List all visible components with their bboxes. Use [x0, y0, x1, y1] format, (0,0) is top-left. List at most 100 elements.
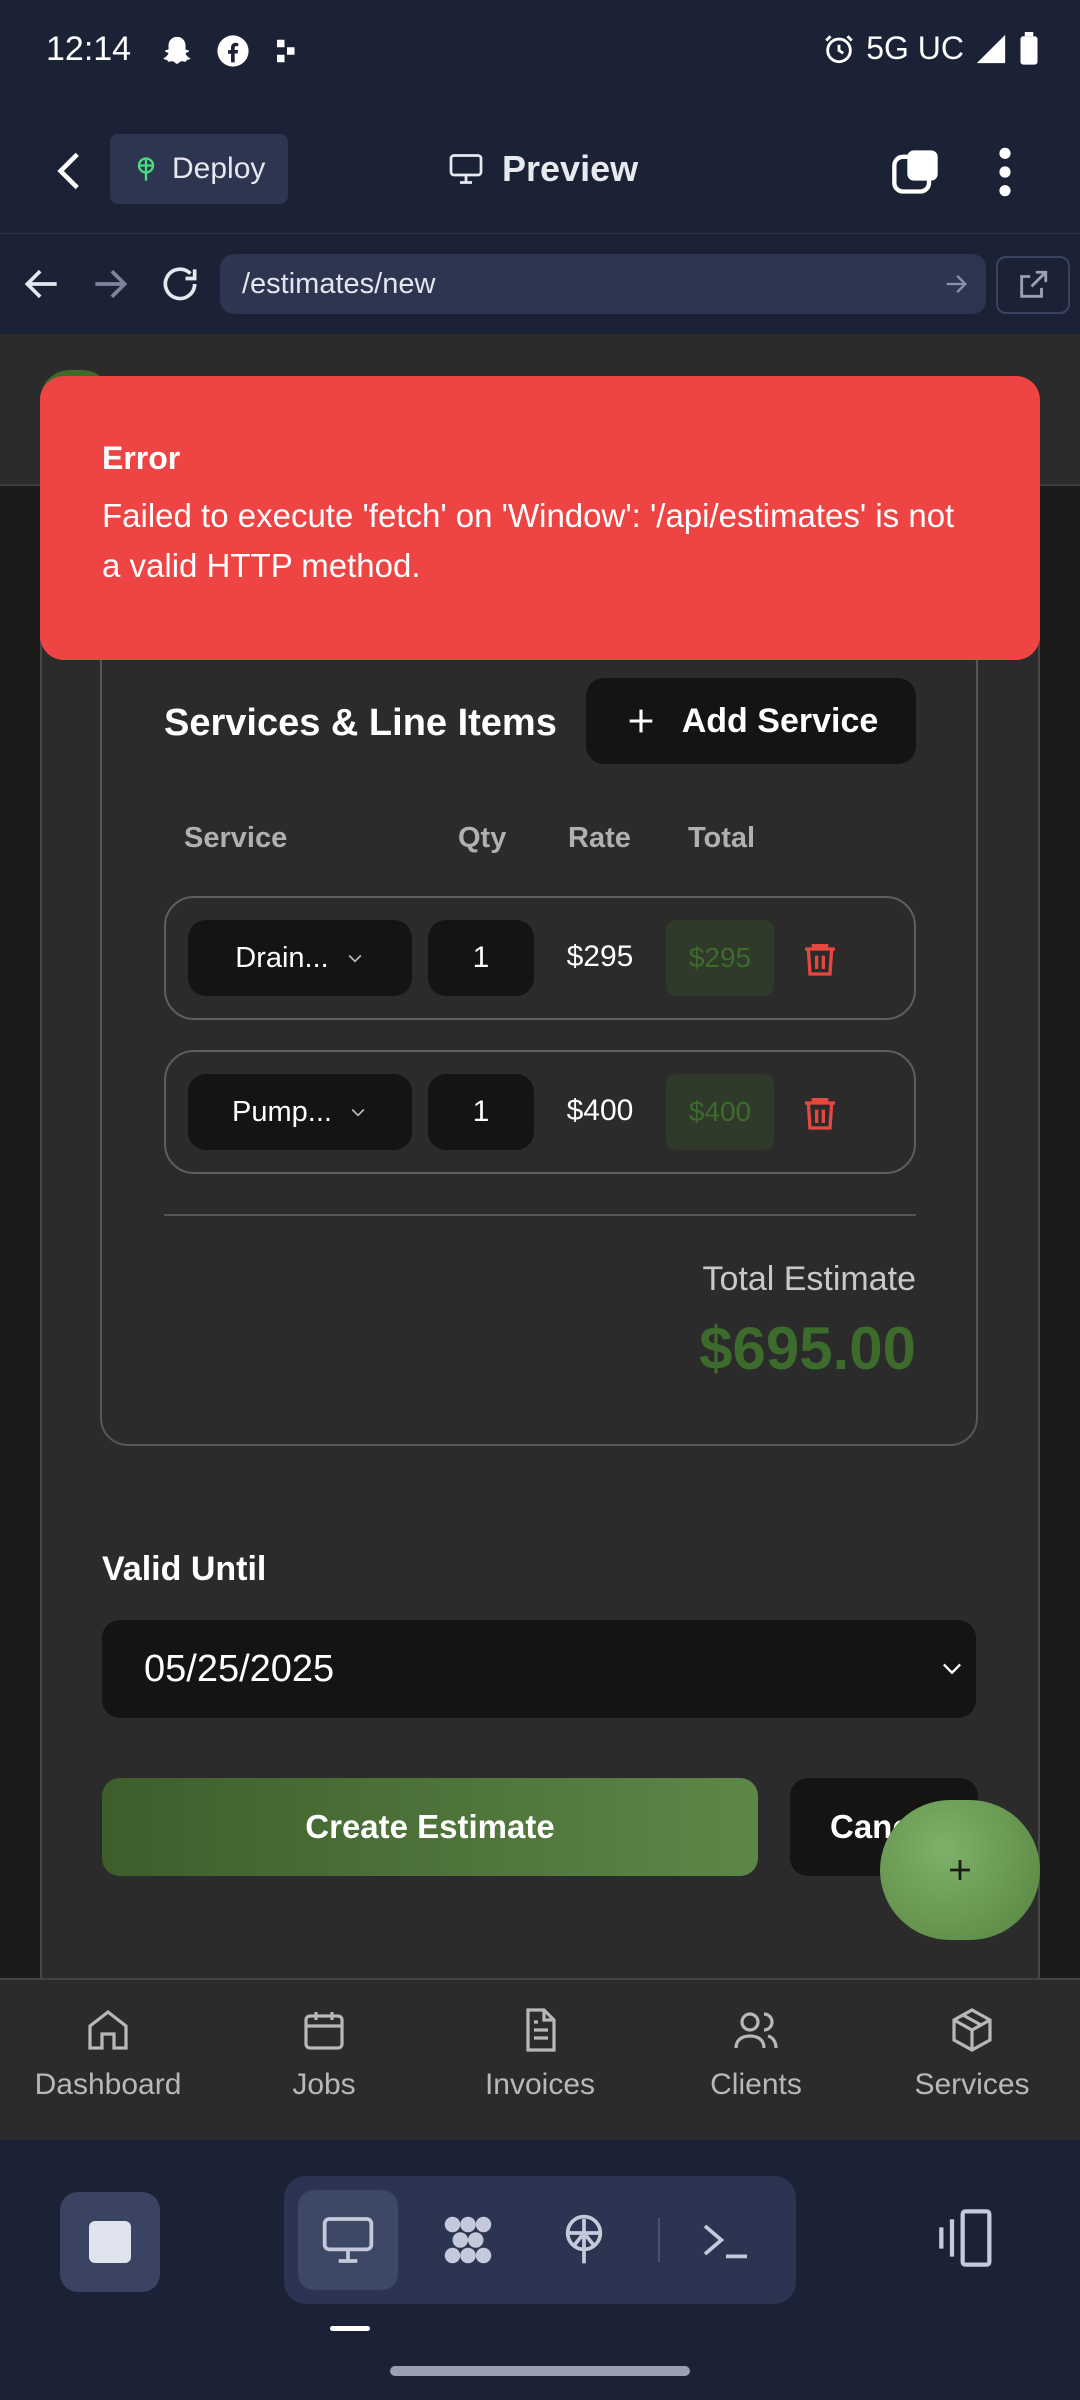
valid-until-label: Valid Until — [102, 1550, 267, 1588]
deploy-label: Deploy — [172, 152, 266, 185]
app-notification-icon — [277, 39, 295, 63]
line-total: $400 — [666, 1074, 774, 1150]
service-select[interactable]: Drain... — [188, 920, 412, 996]
preview-title: Preview — [448, 148, 638, 190]
line-item-row: Drain... 1 $295 $295 — [164, 896, 916, 1020]
browser-back-icon[interactable] — [20, 262, 64, 306]
calendar-icon — [304, 2012, 344, 2050]
plus-icon — [629, 709, 653, 733]
monitor-icon — [449, 154, 483, 184]
url-bar[interactable]: /estimates/new — [220, 254, 986, 314]
nav-dashboard[interactable]: Dashboard — [8, 1986, 208, 2136]
split-view-icon[interactable] — [936, 2206, 1000, 2270]
app-header: Deploy Preview — [0, 106, 1080, 234]
back-arrow-icon[interactable] — [46, 146, 96, 196]
rate-value: $295 — [566, 940, 634, 973]
create-estimate-button[interactable]: Create Estimate — [102, 1778, 758, 1876]
dock-deploy-button[interactable] — [534, 2190, 634, 2290]
go-arrow-icon[interactable] — [942, 270, 970, 298]
url-text: /estimates/new — [242, 267, 436, 300]
dock-separator — [658, 2218, 660, 2262]
bottom-dock — [0, 2140, 1080, 2400]
line-total: $295 — [666, 920, 774, 996]
valid-until-value: 05/25/2025 — [144, 1647, 335, 1690]
tabs-icon[interactable] — [890, 146, 942, 198]
qty-input[interactable]: 1 — [428, 920, 534, 996]
services-card: Services & Line Items Add Service Servic… — [100, 634, 978, 1446]
service-select-value: Pump... — [232, 1095, 332, 1128]
workflow-icon — [444, 2216, 492, 2264]
status-bar: 12:14 5G UC — [0, 0, 1080, 106]
nav-jobs[interactable]: Jobs — [224, 1986, 424, 2136]
valid-until-date-field[interactable]: 05/25/2025 — [102, 1620, 976, 1718]
qty-input[interactable]: 1 — [428, 1074, 534, 1150]
error-message: Failed to execute 'fetch' on 'Window': '… — [102, 497, 955, 584]
dock-terminal-button[interactable] — [676, 2190, 776, 2290]
stop-button[interactable] — [60, 2192, 160, 2292]
nav-clients[interactable]: Clients — [656, 1986, 856, 2136]
home-icon — [88, 2009, 128, 2050]
document-icon — [526, 2008, 556, 2052]
service-select-value: Drain... — [235, 941, 329, 974]
network-type: 5G UC — [866, 30, 964, 66]
signal-icon — [976, 34, 1006, 63]
bottom-navigation: Dashboard Jobs Invoices Clients Services — [0, 1978, 1080, 2140]
terminal-icon — [703, 2224, 747, 2259]
browser-forward-icon[interactable] — [88, 262, 132, 306]
chevron-down-icon — [348, 954, 362, 963]
chevron-down-icon — [943, 1663, 961, 1675]
dock-toolbar — [284, 2176, 796, 2304]
notification-icons — [160, 34, 302, 68]
monitor-icon — [322, 2217, 374, 2263]
line-item-row: Pump... 1 $400 $400 — [164, 1050, 916, 1174]
add-service-label: Add Service — [681, 701, 879, 740]
users-icon — [734, 2012, 778, 2049]
services-title: Services & Line Items — [164, 702, 557, 744]
nav-services-label: Services — [914, 2068, 1030, 2101]
alarm-icon — [825, 34, 853, 63]
open-external-button[interactable] — [996, 256, 1070, 314]
external-link-icon — [1020, 270, 1048, 298]
active-indicator — [330, 2326, 370, 2331]
error-toast[interactable]: Error Failed to execute 'fetch' on 'Wind… — [40, 376, 1040, 660]
total-estimate-label: Total Estimate — [702, 1260, 916, 1298]
reload-icon[interactable] — [158, 262, 202, 306]
nav-services[interactable]: Services — [872, 1986, 1072, 2136]
column-header-rate: Rate — [568, 822, 631, 854]
browser-toolbar: /estimates/new — [0, 234, 1080, 334]
stop-icon — [89, 2221, 131, 2263]
chevron-down-icon — [351, 1108, 365, 1117]
plus-icon — [950, 1860, 970, 1880]
add-service-button[interactable]: Add Service — [586, 678, 916, 764]
home-indicator[interactable] — [390, 2366, 690, 2376]
column-header-service: Service — [184, 822, 288, 854]
service-select[interactable]: Pump... — [188, 1074, 412, 1150]
preview-label: Preview — [502, 148, 639, 189]
error-title: Error — [102, 440, 181, 476]
nav-invoices[interactable]: Invoices — [440, 1986, 640, 2136]
rate-value: $400 — [566, 1094, 634, 1127]
trash-icon[interactable] — [800, 938, 840, 980]
divider — [164, 1214, 916, 1216]
facebook-icon — [217, 35, 249, 67]
column-header-total: Total — [688, 822, 756, 854]
total-estimate-amount: $695.00 — [699, 1315, 916, 1382]
battery-icon — [1020, 31, 1038, 65]
trash-icon[interactable] — [800, 1092, 840, 1134]
deploy-icon — [137, 157, 155, 181]
dock-workflow-button[interactable] — [418, 2190, 518, 2290]
dock-preview-button[interactable] — [298, 2190, 398, 2290]
more-menu-icon[interactable] — [990, 144, 1020, 200]
floating-add-button[interactable] — [880, 1800, 1040, 1940]
deploy-icon — [565, 2214, 603, 2264]
column-header-qty: Qty — [458, 822, 507, 854]
status-time: 12:14 — [46, 30, 132, 68]
nav-dashboard-label: Dashboard — [34, 2068, 182, 2101]
deploy-button[interactable]: Deploy — [110, 134, 288, 204]
nav-jobs-label: Jobs — [292, 2068, 356, 2101]
snapchat-icon — [163, 36, 191, 64]
package-icon — [952, 2008, 992, 2052]
nav-invoices-label: Invoices — [484, 2068, 596, 2101]
system-status: 5G UC — [822, 30, 1040, 67]
nav-clients-label: Clients — [710, 2068, 802, 2101]
